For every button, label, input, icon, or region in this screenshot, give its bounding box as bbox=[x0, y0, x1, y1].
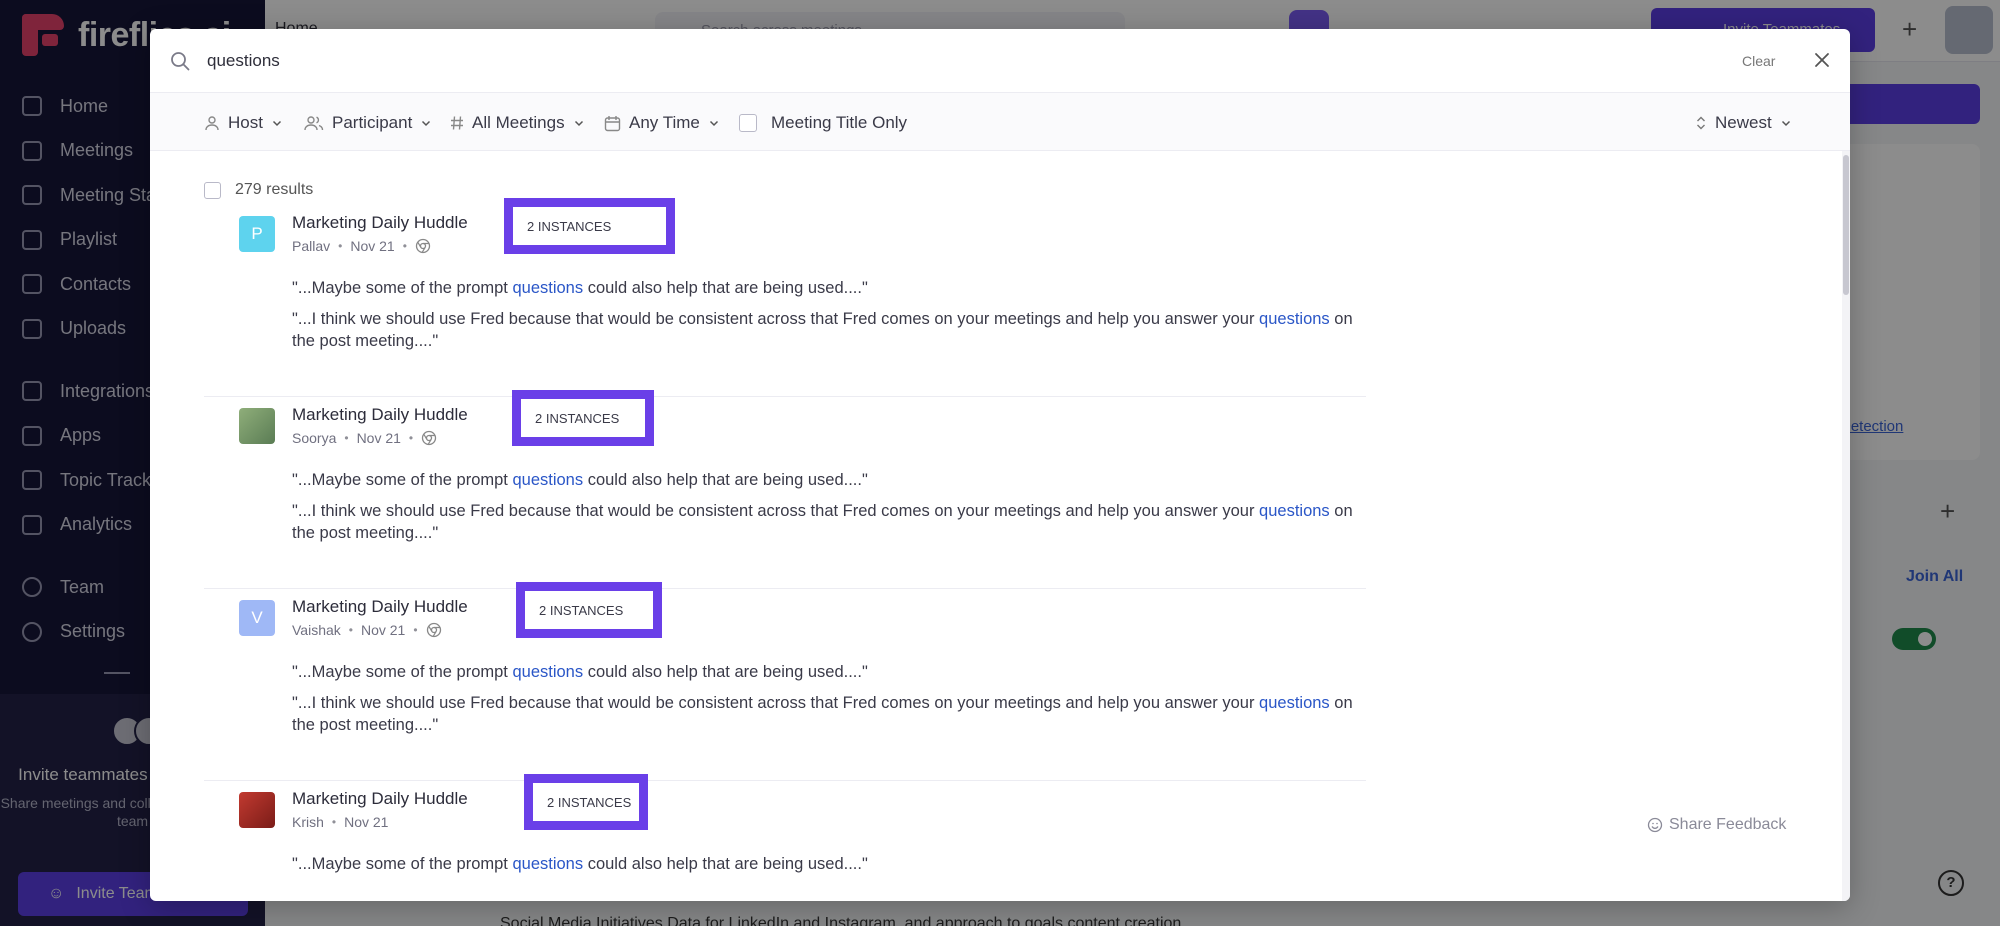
transcript-snippet[interactable]: "...Maybe some of the prompt questions c… bbox=[292, 277, 1366, 299]
results-count: 279 results bbox=[235, 181, 314, 198]
chrome-icon bbox=[426, 622, 441, 638]
avatar: P bbox=[239, 216, 275, 252]
meeting-title[interactable]: Marketing Daily Huddle bbox=[292, 789, 468, 809]
transcript-snippet[interactable]: "...Maybe some of the prompt questions c… bbox=[292, 469, 1366, 491]
share-feedback-button[interactable]: Share Feedback bbox=[1647, 816, 1786, 834]
title-only-label: Meeting Title Only bbox=[771, 113, 908, 132]
divider bbox=[204, 396, 1366, 397]
filter-bar: Host Participant All Meetings Any Time M… bbox=[150, 93, 1850, 151]
transcript-snippet[interactable]: "...I think we should use Fred because t… bbox=[292, 500, 1366, 544]
divider bbox=[204, 588, 1366, 589]
transcript-snippet[interactable]: "...Maybe some of the prompt questions c… bbox=[292, 853, 1366, 875]
instances-badge[interactable]: 2 INSTANCES bbox=[504, 198, 675, 254]
search-highlight: questions bbox=[512, 471, 584, 489]
title-only-filter[interactable]: Meeting Title Only bbox=[739, 111, 907, 135]
host-name: Vaishak bbox=[292, 622, 341, 638]
meetings-filter[interactable]: All Meetings bbox=[450, 111, 585, 135]
search-header: Clear bbox=[150, 29, 1850, 93]
avatar: V bbox=[239, 600, 275, 636]
meeting-date: Nov 21 bbox=[350, 238, 395, 254]
hash-icon bbox=[451, 116, 463, 130]
select-all-checkbox[interactable] bbox=[204, 181, 221, 199]
meeting-meta: Pallav • Nov 21 • bbox=[292, 238, 431, 254]
meeting-date: Nov 21 bbox=[360, 622, 406, 638]
transcript-snippet[interactable]: "...Maybe some of the prompt questions c… bbox=[292, 661, 1366, 683]
meeting-title[interactable]: Marketing Daily Huddle bbox=[292, 405, 468, 425]
meeting-date: Nov 21 bbox=[356, 430, 401, 446]
host-name: Krish bbox=[292, 814, 324, 830]
transcript-snippet[interactable]: "...I think we should use Fred because t… bbox=[292, 692, 1366, 736]
results-list: 279 results P Marketing Daily Huddle 2 I… bbox=[150, 151, 1840, 901]
chevron-down-icon bbox=[272, 120, 281, 127]
meeting-meta: Soorya • Nov 21 • bbox=[292, 430, 437, 446]
instances-badge[interactable]: 2 INSTANCES bbox=[516, 582, 662, 638]
meeting-title[interactable]: Marketing Daily Huddle bbox=[292, 597, 468, 617]
time-filter[interactable]: Any Time bbox=[604, 111, 720, 135]
share-feedback-label: Share Feedback bbox=[1669, 816, 1787, 833]
search-input[interactable] bbox=[207, 46, 1407, 76]
divider bbox=[204, 780, 1366, 781]
participant-filter-label: Participant bbox=[332, 113, 413, 132]
close-icon[interactable] bbox=[1811, 49, 1833, 71]
search-highlight: questions bbox=[512, 855, 584, 873]
transcript-snippet[interactable]: "...I think we should use Fred because t… bbox=[292, 308, 1366, 352]
avatar bbox=[239, 792, 275, 828]
chevron-down-icon bbox=[422, 120, 431, 127]
calendar-icon bbox=[604, 115, 621, 131]
search-highlight: questions bbox=[1259, 310, 1330, 328]
meeting-title[interactable]: Marketing Daily Huddle bbox=[292, 213, 468, 233]
search-highlight: questions bbox=[1259, 502, 1330, 520]
instances-badge[interactable]: 2 INSTANCES bbox=[524, 774, 648, 830]
meeting-date: Nov 21 bbox=[344, 814, 389, 830]
instances-badge[interactable]: 2 INSTANCES bbox=[512, 390, 654, 446]
avatar bbox=[239, 408, 275, 444]
title-only-checkbox[interactable] bbox=[739, 114, 757, 132]
sort-dropdown[interactable]: Newest bbox=[1695, 111, 1792, 135]
chrome-icon bbox=[421, 430, 437, 446]
meeting-meta: Vaishak • Nov 21 • bbox=[292, 622, 442, 638]
search-modal: Clear Host Participant All Meetings Any … bbox=[150, 29, 1850, 901]
user-icon bbox=[205, 116, 219, 131]
sort-icon bbox=[1697, 116, 1705, 130]
results-header: 279 results bbox=[204, 181, 313, 199]
users-icon bbox=[304, 116, 324, 131]
time-filter-label: Any Time bbox=[629, 113, 700, 132]
host-name: Soorya bbox=[292, 430, 337, 446]
smile-icon bbox=[1647, 817, 1663, 833]
host-filter-label: Host bbox=[228, 113, 263, 132]
chevron-down-icon bbox=[1781, 120, 1790, 127]
search-highlight: questions bbox=[512, 279, 584, 297]
meetings-filter-label: All Meetings bbox=[472, 113, 565, 132]
clear-button[interactable]: Clear bbox=[1742, 53, 1775, 69]
search-icon bbox=[171, 52, 190, 71]
search-highlight: questions bbox=[1259, 694, 1330, 712]
chrome-icon bbox=[415, 238, 431, 254]
sort-label: Newest bbox=[1715, 113, 1772, 132]
chevron-down-icon bbox=[709, 120, 718, 127]
participant-filter[interactable]: Participant bbox=[304, 111, 432, 135]
search-highlight: questions bbox=[512, 663, 584, 681]
meeting-meta: Krish • Nov 21 bbox=[292, 814, 389, 830]
host-name: Pallav bbox=[292, 238, 331, 254]
scrollbar-thumb[interactable] bbox=[1843, 155, 1849, 295]
chevron-down-icon bbox=[574, 120, 583, 127]
host-filter[interactable]: Host bbox=[204, 111, 283, 135]
